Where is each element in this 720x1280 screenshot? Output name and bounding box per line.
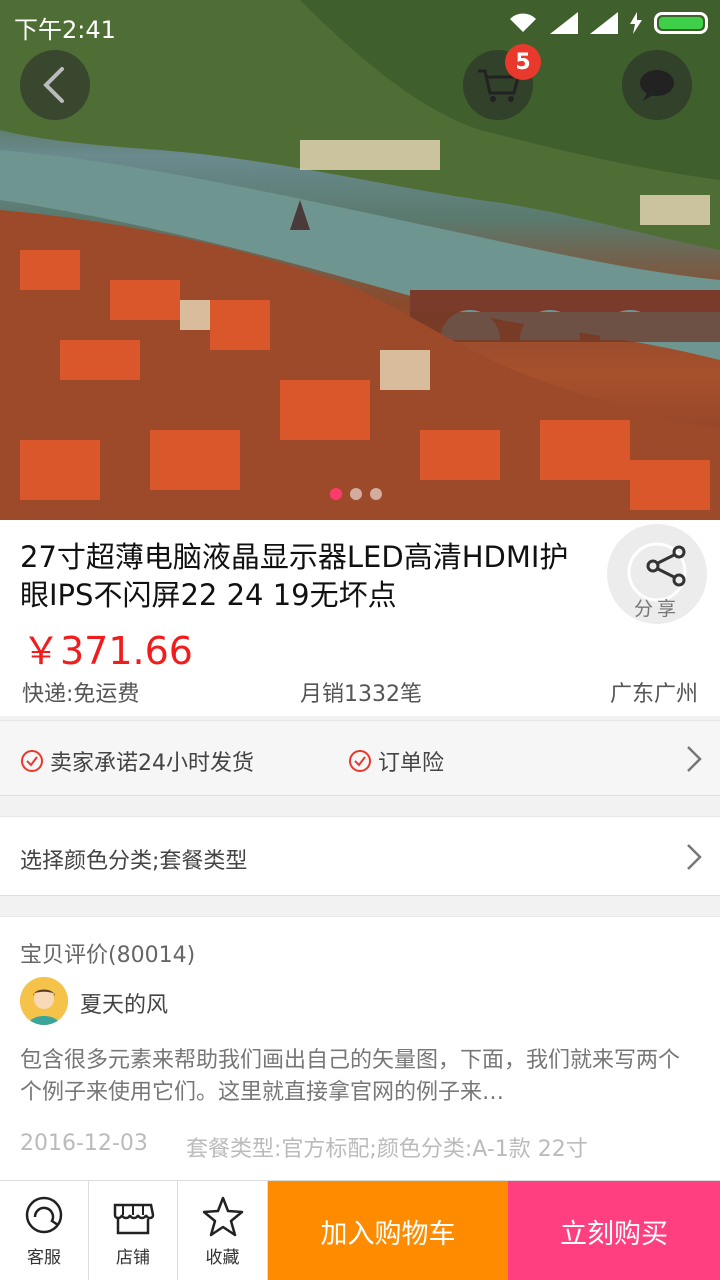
bottom-action-bar: 客服 店铺 收藏 加入购物车 立刻购买 bbox=[0, 1180, 720, 1280]
reviews-section[interactable]: 宝贝评价(80014) 夏天的风 包含很多元素来帮助我们画出自己的矢量图，下面，… bbox=[0, 916, 720, 1180]
carousel-dot[interactable] bbox=[350, 488, 362, 500]
check-circle-icon bbox=[21, 750, 43, 772]
promise-label: 订单险 bbox=[378, 751, 445, 776]
charging-icon bbox=[630, 12, 642, 34]
product-title: 27寸超薄电脑液晶显示器LED高清HDMI护眼IPS不闪屏22 24 19无坏点 bbox=[20, 540, 569, 612]
shipping-info: 快递:免运费 bbox=[22, 682, 140, 707]
signal-icon bbox=[590, 12, 618, 34]
favorite-label: 收藏 bbox=[205, 1247, 240, 1268]
sku-select-row[interactable]: 选择颜色分类;套餐类型 bbox=[0, 816, 720, 896]
review-spec: 套餐类型:官方标配;颜色分类:A-1款 22寸 bbox=[186, 1137, 588, 1162]
service-button[interactable]: 客服 bbox=[0, 1181, 89, 1280]
carousel-indicator bbox=[330, 488, 382, 500]
product-info: 27寸超薄电脑液晶显示器LED高清HDMI护眼IPS不闪屏22 24 19无坏点… bbox=[0, 520, 720, 716]
star-icon bbox=[202, 1196, 243, 1236]
chevron-right-icon bbox=[687, 844, 702, 870]
promise-label: 卖家承诺24小时发货 bbox=[50, 751, 254, 776]
status-bar: 下午2:41 bbox=[0, 0, 720, 50]
favorite-button[interactable]: 收藏 bbox=[178, 1181, 268, 1280]
product-image-carousel[interactable]: 下午2:41 5 bbox=[0, 0, 720, 520]
reviewer-name: 夏天的风 bbox=[80, 993, 169, 1018]
service-icon bbox=[25, 1196, 63, 1233]
promise-item: 订单险 bbox=[348, 745, 444, 777]
more-button[interactable] bbox=[622, 50, 692, 120]
carousel-dot-active[interactable] bbox=[330, 488, 342, 500]
buy-now-button[interactable]: 立刻购买 bbox=[508, 1181, 720, 1280]
more-icon bbox=[640, 70, 674, 101]
store-button[interactable]: 店铺 bbox=[89, 1181, 178, 1280]
battery-icon bbox=[654, 12, 708, 34]
review-text: 包含很多元素来帮助我们画出自己的矢量图，下面，我们就来写两个个例子来使用它们。这… bbox=[20, 1048, 681, 1105]
store-label: 店铺 bbox=[116, 1247, 150, 1268]
store-icon bbox=[113, 1203, 155, 1234]
share-button[interactable]: 分享 bbox=[607, 524, 707, 624]
signal-icon bbox=[550, 12, 578, 34]
review-date: 2016-12-03 bbox=[20, 1131, 148, 1156]
product-photo bbox=[0, 0, 720, 520]
cart-count-badge: 5 bbox=[505, 44, 541, 80]
add-to-cart-button[interactable]: 加入购物车 bbox=[268, 1181, 508, 1280]
service-label: 客服 bbox=[27, 1247, 61, 1268]
product-price: ￥371.66 bbox=[22, 629, 193, 673]
avatar-image bbox=[20, 977, 68, 1025]
wifi-icon bbox=[510, 13, 536, 32]
back-icon bbox=[43, 67, 64, 103]
seller-location: 广东广州 bbox=[609, 682, 698, 707]
reviews-heading[interactable]: 宝贝评价(80014) bbox=[20, 937, 195, 969]
service-promise-row[interactable]: 卖家承诺24小时发货 订单险 bbox=[0, 720, 720, 796]
check-circle-icon bbox=[349, 750, 371, 772]
back-button[interactable] bbox=[20, 50, 90, 120]
status-time: 下午2:41 bbox=[14, 16, 116, 44]
chevron-right-icon bbox=[687, 746, 702, 772]
promise-item: 卖家承诺24小时发货 bbox=[20, 745, 254, 777]
monthly-sales: 月销1332笔 bbox=[300, 682, 422, 707]
carousel-dot[interactable] bbox=[370, 488, 382, 500]
share-label: 分享 bbox=[633, 598, 680, 620]
product-detail-page: 下午2:41 5 27寸超薄电脑液晶显示器LED高清HDMI护眼IPS不闪屏22… bbox=[0, 0, 720, 1280]
avatar bbox=[20, 977, 68, 1025]
sku-select-label: 选择颜色分类;套餐类型 bbox=[20, 849, 248, 874]
